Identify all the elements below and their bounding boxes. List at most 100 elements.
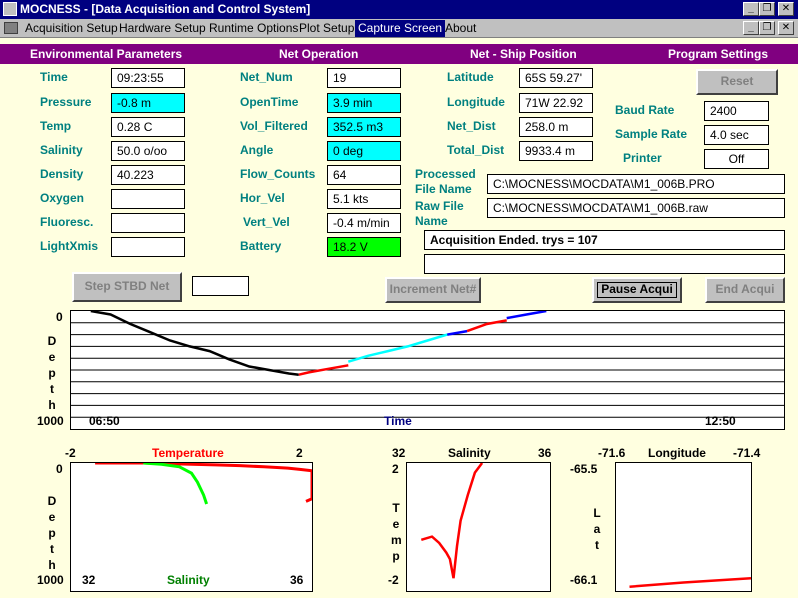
time-label: Time	[40, 70, 68, 84]
child-restore-icon[interactable]: ❐	[759, 21, 775, 35]
baud-rate-field[interactable]: 2400	[704, 101, 769, 121]
longitude-field: 71W 22.92	[519, 93, 593, 113]
baud-rate-label: Baud Rate	[615, 103, 675, 117]
tsd-y-title: Depth	[47, 494, 57, 572]
title-bar: MOCNESS - [Data Acquisition and Control …	[0, 0, 798, 19]
restore-icon[interactable]: ❐	[759, 2, 775, 16]
longitude-label: Longitude	[447, 95, 505, 109]
fluoresc-field	[111, 213, 185, 233]
tsd-y-bottom: 1000	[37, 573, 64, 587]
ll-y-title: Lat	[593, 506, 601, 552]
pause-acqui-button[interactable]: Pause Acqui	[592, 277, 682, 303]
increment-net-button[interactable]: Increment Net#	[385, 277, 481, 303]
reset-button[interactable]: Reset	[696, 69, 778, 95]
menu-runtime-options[interactable]: Runtime Options	[206, 20, 301, 37]
net-dist-label: Net_Dist	[447, 119, 496, 133]
sample-rate-label: Sample Rate	[615, 127, 688, 141]
ts-series	[420, 462, 484, 579]
printer-field[interactable]: Off	[704, 149, 769, 169]
close-icon[interactable]: ✕	[778, 2, 794, 16]
dt-x-left: 06:50	[89, 414, 120, 428]
raw-file-field[interactable]: C:\MOCNESS\MOCDATA\M1_006B.raw	[487, 198, 785, 218]
menu-hardware-setup[interactable]: Hardware Setup	[116, 20, 209, 37]
ll-y-bottom: -66.1	[570, 573, 598, 587]
pressure-field: -0.8 m	[111, 93, 185, 113]
end-acqui-button[interactable]: End Acqui	[705, 277, 785, 303]
tsd-top-title: Temperature	[152, 446, 224, 460]
hor-vel-field: 5.1 kts	[327, 189, 401, 209]
temp-label: Temp	[40, 119, 72, 133]
ll-top-title: Longitude	[648, 446, 706, 460]
depth-time-chart	[71, 309, 784, 418]
salinity-label: Salinity	[40, 143, 83, 157]
menu-plot-setup[interactable]: Plot Setup	[296, 20, 357, 37]
raw-label-line2: Name	[415, 214, 448, 228]
battery-label: Battery	[240, 239, 282, 253]
angle-field: 0 deg	[327, 141, 401, 161]
lightxmis-field	[111, 237, 185, 257]
opentime-label: OpenTime	[240, 95, 299, 109]
processed-label-line1: Processed	[415, 167, 476, 181]
ll-top-right: -71.4	[733, 446, 761, 460]
flow-counts-field: 64	[327, 165, 401, 185]
dt-y-top: 0	[56, 310, 63, 324]
time-field: 09:23:55	[111, 68, 185, 88]
step-field[interactable]	[192, 276, 249, 296]
density-label: Density	[40, 167, 84, 181]
environmental-header: Environmental Parameters	[30, 47, 183, 61]
menu-capture-screen[interactable]: Capture Screen	[355, 20, 446, 37]
angle-label: Angle	[240, 143, 274, 157]
tsd-y-top: 0	[56, 462, 63, 476]
dt-y-title: Depth	[47, 334, 57, 412]
ts-top-right: 36	[538, 446, 552, 460]
ts-y-bottom: -2	[388, 573, 399, 587]
menu-about[interactable]: About	[442, 20, 479, 37]
net-operation-header: Net Operation	[279, 47, 359, 61]
status2-field	[424, 254, 785, 274]
net-dist-field: 258.0 m	[519, 117, 593, 137]
tsd-bottom-title: Salinity	[167, 573, 210, 587]
salinity-temp-chart	[420, 462, 484, 579]
printer-label: Printer	[623, 151, 662, 165]
density-field: 40.223	[111, 165, 185, 185]
pressure-label: Pressure	[40, 95, 92, 109]
lat-lon-chart	[629, 576, 752, 588]
window-title: MOCNESS - [Data Acquisition and Control …	[20, 2, 311, 16]
tsd-top-left: -2	[65, 446, 76, 460]
child-close-icon[interactable]: ✕	[778, 21, 794, 35]
vol-filtered-field: 352.5 m3	[327, 117, 401, 137]
processed-file-field[interactable]: C:\MOCNESS\MOCDATA\M1_006B.PRO	[487, 174, 785, 194]
lightxmis-label: LightXmis	[40, 239, 99, 253]
lat-lon-plot	[615, 462, 752, 592]
tsd-bottom-left: 32	[82, 573, 96, 587]
total-dist-field: 9933.4 m	[519, 141, 593, 161]
latlon-series	[629, 576, 752, 588]
child-window-icon[interactable]	[4, 22, 18, 34]
temp-field: 0.28 C	[111, 117, 185, 137]
sample-rate-field[interactable]: 4.0 sec	[704, 125, 769, 145]
tsd-bottom-right: 36	[290, 573, 304, 587]
total-dist-label: Total_Dist	[447, 143, 505, 157]
section-header-bar: Environmental Parameters Net Operation N…	[0, 44, 798, 64]
dt-y-bottom: 1000	[37, 414, 64, 428]
oxygen-field	[111, 189, 185, 209]
latitude-label: Latitude	[447, 70, 494, 84]
dt-series-2	[347, 333, 448, 363]
minimize-icon[interactable]: _	[743, 2, 759, 16]
ship-position-header: Net - Ship Position	[470, 47, 577, 61]
step-stbd-net-button[interactable]: Step STBD Net	[72, 272, 182, 302]
salinity-series	[143, 461, 209, 505]
dt-x-right: 12:50	[705, 414, 736, 428]
opentime-field: 3.9 min	[327, 93, 401, 113]
battery-field: 18.2 V	[327, 237, 401, 257]
app-icon[interactable]	[3, 2, 17, 16]
vert-vel-field: -0.4 m/min	[327, 213, 401, 233]
processed-label-line2: File Name	[415, 182, 472, 196]
salinity-field: 50.0 o/oo	[111, 141, 185, 161]
dt-series-0	[90, 309, 299, 376]
menu-bar: Acquisition Setup Hardware Setup Runtime…	[0, 19, 798, 38]
ts-top-title: Salinity	[448, 446, 491, 460]
hor-vel-label: Hor_Vel	[240, 191, 285, 205]
menu-acquisition-setup[interactable]: Acquisition Setup	[22, 20, 121, 37]
child-minimize-icon[interactable]: _	[743, 21, 759, 35]
